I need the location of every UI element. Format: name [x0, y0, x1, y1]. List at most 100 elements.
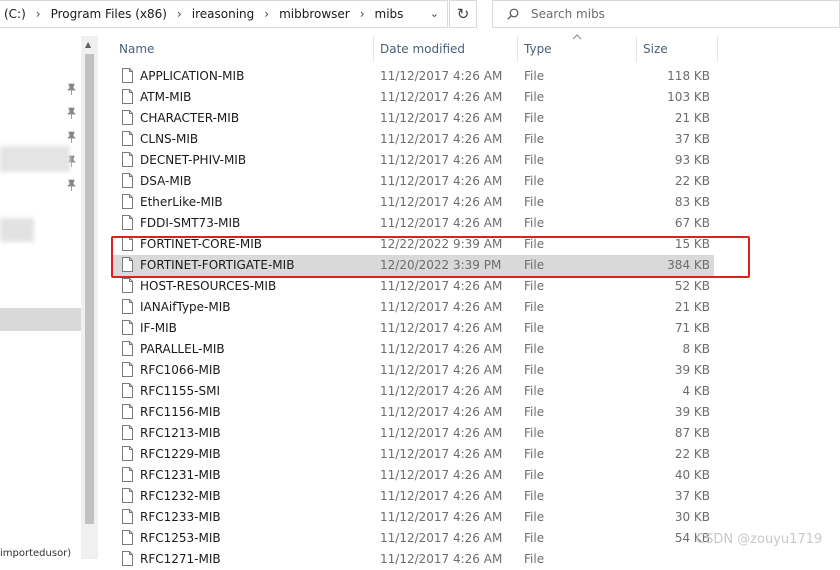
- scroll-up-icon[interactable]: ▲: [85, 40, 91, 49]
- file-name: IANAifType-MIB: [140, 300, 231, 314]
- file-row[interactable]: FDDI-SMT73-MIB 11/12/2017 4:26 AM File 67 K…: [113, 213, 714, 234]
- refresh-button[interactable]: ↻: [449, 0, 477, 28]
- search-input[interactable]: [529, 6, 813, 22]
- address-bar[interactable]: (C:) › Program Files (x86) › ireasoning …: [0, 0, 448, 28]
- file-icon: [122, 299, 133, 314]
- breadcrumb-drive[interactable]: (C:): [4, 7, 26, 21]
- file-row[interactable]: PARALLEL-MIB 11/12/2017 4:26 AM File 8 KB: [113, 339, 714, 360]
- file-type: File: [524, 426, 545, 440]
- file-size: 118 KB: [667, 69, 710, 83]
- breadcrumb-separator-icon: ›: [35, 7, 41, 21]
- column-header-date-modified[interactable]: Date modified: [374, 36, 518, 62]
- nav-item-label[interactable]: importedusor): [0, 548, 71, 559]
- file-row[interactable]: HOST-RESOURCES-MIB 11/12/2017 4:26 AM File…: [113, 276, 714, 297]
- file-size: 22 KB: [674, 174, 710, 188]
- file-name: RFC1229-MIB: [140, 447, 221, 461]
- file-icon: [122, 173, 133, 188]
- navigation-pane[interactable]: [0, 36, 81, 559]
- file-name: IF-MIB: [140, 321, 177, 335]
- breadcrumb-separator-icon: ›: [264, 7, 270, 21]
- search-box[interactable]: [492, 0, 840, 28]
- breadcrumb-mibs[interactable]: mibs: [375, 7, 404, 21]
- file-date-modified: 11/12/2017 4:26 AM: [380, 426, 503, 440]
- file-type: File: [524, 90, 545, 104]
- file-icon: [122, 467, 133, 482]
- nav-item-selected[interactable]: [0, 308, 81, 331]
- file-icon: [122, 215, 133, 230]
- refresh-icon: ↻: [456, 5, 470, 23]
- blurred-nav-item: [0, 146, 70, 172]
- file-row[interactable]: RFC1213-MIB 11/12/2017 4:26 AM File 87 KB: [113, 423, 714, 444]
- file-type: File: [524, 531, 545, 545]
- file-size: 37 KB: [674, 489, 710, 503]
- file-type: File: [524, 111, 545, 125]
- file-size: 30 KB: [674, 510, 710, 524]
- nav-scrollbar[interactable]: ▲: [81, 36, 98, 559]
- file-date-modified: 11/12/2017 4:26 AM: [380, 69, 503, 83]
- column-header-size[interactable]: Size: [637, 36, 718, 62]
- file-type: File: [524, 132, 545, 146]
- file-size: 37 KB: [674, 132, 710, 146]
- file-date-modified: 11/12/2017 4:26 AM: [380, 174, 503, 188]
- breadcrumb-program-files[interactable]: Program Files (x86): [51, 7, 167, 21]
- file-row[interactable]: RFC1233-MIB 11/12/2017 4:26 AM File 30 KB: [113, 507, 714, 528]
- file-size: 22 KB: [674, 447, 710, 461]
- file-type: File: [524, 321, 545, 335]
- file-date-modified: 11/12/2017 4:26 AM: [380, 132, 503, 146]
- file-size: 21 KB: [674, 111, 710, 125]
- file-row[interactable]: ATM-MIB 11/12/2017 4:26 AM File 103 KB: [113, 87, 714, 108]
- file-date-modified: 11/12/2017 4:26 AM: [380, 531, 503, 545]
- pin-icon[interactable]: [67, 131, 76, 143]
- file-name: APPLICATION-MIB: [140, 69, 245, 83]
- file-icon: [122, 530, 133, 545]
- file-row[interactable]: RFC1231-MIB 11/12/2017 4:26 AM File 40 KB: [113, 465, 714, 486]
- chevron-down-icon[interactable]: ⌄: [430, 7, 439, 20]
- file-row[interactable]: DSA-MIB 11/12/2017 4:26 AM File 22 KB: [113, 171, 714, 192]
- file-row[interactable]: IF-MIB 11/12/2017 4:26 AM File 71 KB: [113, 318, 714, 339]
- file-row[interactable]: RFC1271-MIB 11/12/2017 4:26 AM File: [113, 549, 714, 570]
- file-name: RFC1233-MIB: [140, 510, 221, 524]
- file-row[interactable]: RFC1229-MIB 11/12/2017 4:26 AM File 22 KB: [113, 444, 714, 465]
- file-row[interactable]: EtherLike-MIB 11/12/2017 4:26 AM File 83 KB: [113, 192, 714, 213]
- file-row[interactable]: RFC1155-SMI 11/12/2017 4:26 AM File 4 KB: [113, 381, 714, 402]
- file-row[interactable]: RFC1066-MIB 11/12/2017 4:26 AM File 39 KB: [113, 360, 714, 381]
- file-row[interactable]: APPLICATION-MIB 11/12/2017 4:26 AM File 118…: [113, 66, 714, 87]
- breadcrumb-mibbrowser[interactable]: mibbrowser: [279, 7, 350, 21]
- file-date-modified: 11/12/2017 4:26 AM: [380, 90, 503, 104]
- file-row[interactable]: RFC1253-MIB 11/12/2017 4:26 AM File 54 KB: [113, 528, 714, 549]
- pin-icon[interactable]: [67, 83, 76, 95]
- file-row[interactable]: RFC1232-MIB 11/12/2017 4:26 AM File 37 KB: [113, 486, 714, 507]
- file-name: HOST-RESOURCES-MIB: [140, 279, 277, 293]
- breadcrumb-ireasoning[interactable]: ireasoning: [192, 7, 255, 21]
- file-date-modified: 11/12/2017 4:26 AM: [380, 405, 503, 419]
- breadcrumb-separator-icon: ›: [359, 7, 365, 21]
- file-row[interactable]: IANAifType-MIB 11/12/2017 4:26 AM File 21 K…: [113, 297, 714, 318]
- file-size: 21 KB: [674, 300, 710, 314]
- file-type: File: [524, 405, 545, 419]
- file-icon: [122, 194, 133, 209]
- file-row[interactable]: RFC1156-MIB 11/12/2017 4:26 AM File 39 KB: [113, 402, 714, 423]
- file-row[interactable]: DECNET-PHIV-MIB 11/12/2017 4:26 AM File 93 …: [113, 150, 714, 171]
- scrollbar-thumb[interactable]: [85, 54, 94, 524]
- column-header-name[interactable]: Name: [113, 36, 374, 62]
- file-type: File: [524, 153, 545, 167]
- file-type: File: [524, 489, 545, 503]
- pin-icon[interactable]: [67, 179, 76, 191]
- file-row[interactable]: CLNS-MIB 11/12/2017 4:26 AM File 37 KB: [113, 129, 714, 150]
- file-type: File: [524, 216, 545, 230]
- file-row[interactable]: CHARACTER-MIB 11/12/2017 4:26 AM File 21 KB: [113, 108, 714, 129]
- file-date-modified: 11/12/2017 4:26 AM: [380, 111, 503, 125]
- file-type: File: [524, 195, 545, 209]
- file-name: RFC1066-MIB: [140, 363, 221, 377]
- file-type: File: [524, 552, 545, 566]
- file-date-modified: 11/12/2017 4:26 AM: [380, 195, 503, 209]
- file-name: DSA-MIB: [140, 174, 192, 188]
- file-icon: [122, 131, 133, 146]
- file-date-modified: 11/12/2017 4:26 AM: [380, 153, 503, 167]
- file-size: 103 KB: [667, 90, 710, 104]
- file-type: File: [524, 510, 545, 524]
- file-size: 93 KB: [674, 153, 710, 167]
- pin-icon[interactable]: [67, 107, 76, 119]
- file-name: RFC1232-MIB: [140, 489, 221, 503]
- file-type: File: [524, 279, 545, 293]
